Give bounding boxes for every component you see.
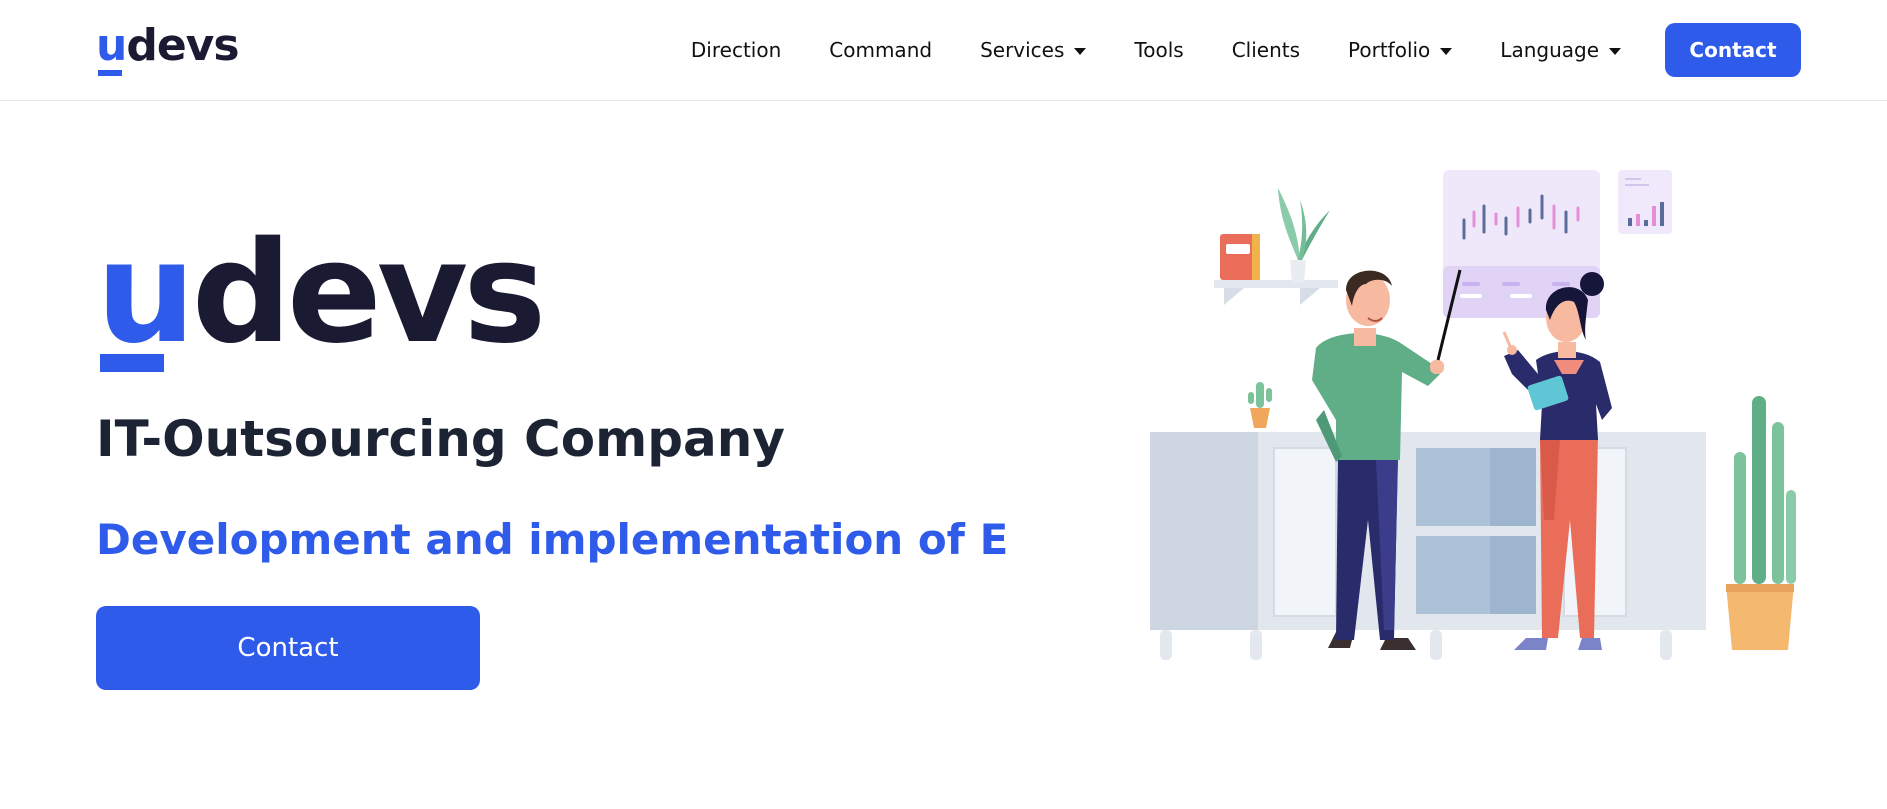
nav-label: Language: [1500, 38, 1599, 62]
nav-label: Portfolio: [1348, 38, 1431, 62]
hero-logo: u devs: [96, 212, 547, 375]
hero-title: IT-Outsourcing Company: [96, 410, 785, 468]
nav-label: Command: [829, 38, 933, 62]
hero-logo-text: devs: [191, 212, 547, 375]
shelf-illustration: [1214, 188, 1338, 305]
caret-down-icon: [1440, 47, 1453, 55]
nav-direction[interactable]: Direction: [691, 38, 781, 62]
nav-label: Services: [980, 38, 1065, 62]
nav-clients[interactable]: Clients: [1232, 38, 1300, 62]
logo-text: devs: [126, 20, 239, 71]
tall-cactus-illustration: [1726, 396, 1796, 650]
hero-contact-button[interactable]: Contact: [96, 606, 480, 690]
mini-chart-card-illustration: [1618, 170, 1672, 234]
main-nav: Direction Command Services Tools Clients…: [691, 22, 1801, 78]
small-cactus-illustration: [1248, 382, 1272, 428]
caret-down-icon: [1609, 47, 1621, 55]
nav-tools[interactable]: Tools: [1134, 38, 1183, 62]
nav-portfolio-dropdown[interactable]: Portfolio: [1348, 38, 1453, 62]
logo-u: u: [96, 20, 127, 76]
site-header: u devs Direction Command Services Tools …: [0, 0, 1887, 101]
nav-command[interactable]: Command: [829, 38, 932, 62]
nav-label: Clients: [1231, 38, 1301, 62]
cabinet-illustration: [1150, 432, 1706, 660]
hero-subtitle: Development and implementation of E: [96, 515, 1009, 564]
nav-services-dropdown[interactable]: Services: [980, 38, 1087, 62]
nav-label: Direction: [690, 38, 782, 62]
nav-label: Tools: [1134, 38, 1184, 62]
hero-logo-u: u: [96, 212, 196, 375]
header-contact-button[interactable]: Contact: [1665, 23, 1801, 77]
nav-language-dropdown[interactable]: Language: [1500, 38, 1621, 62]
header-logo[interactable]: u devs: [96, 20, 240, 76]
caret-down-icon: [1074, 47, 1087, 55]
hero-illustration: [1150, 170, 1796, 660]
